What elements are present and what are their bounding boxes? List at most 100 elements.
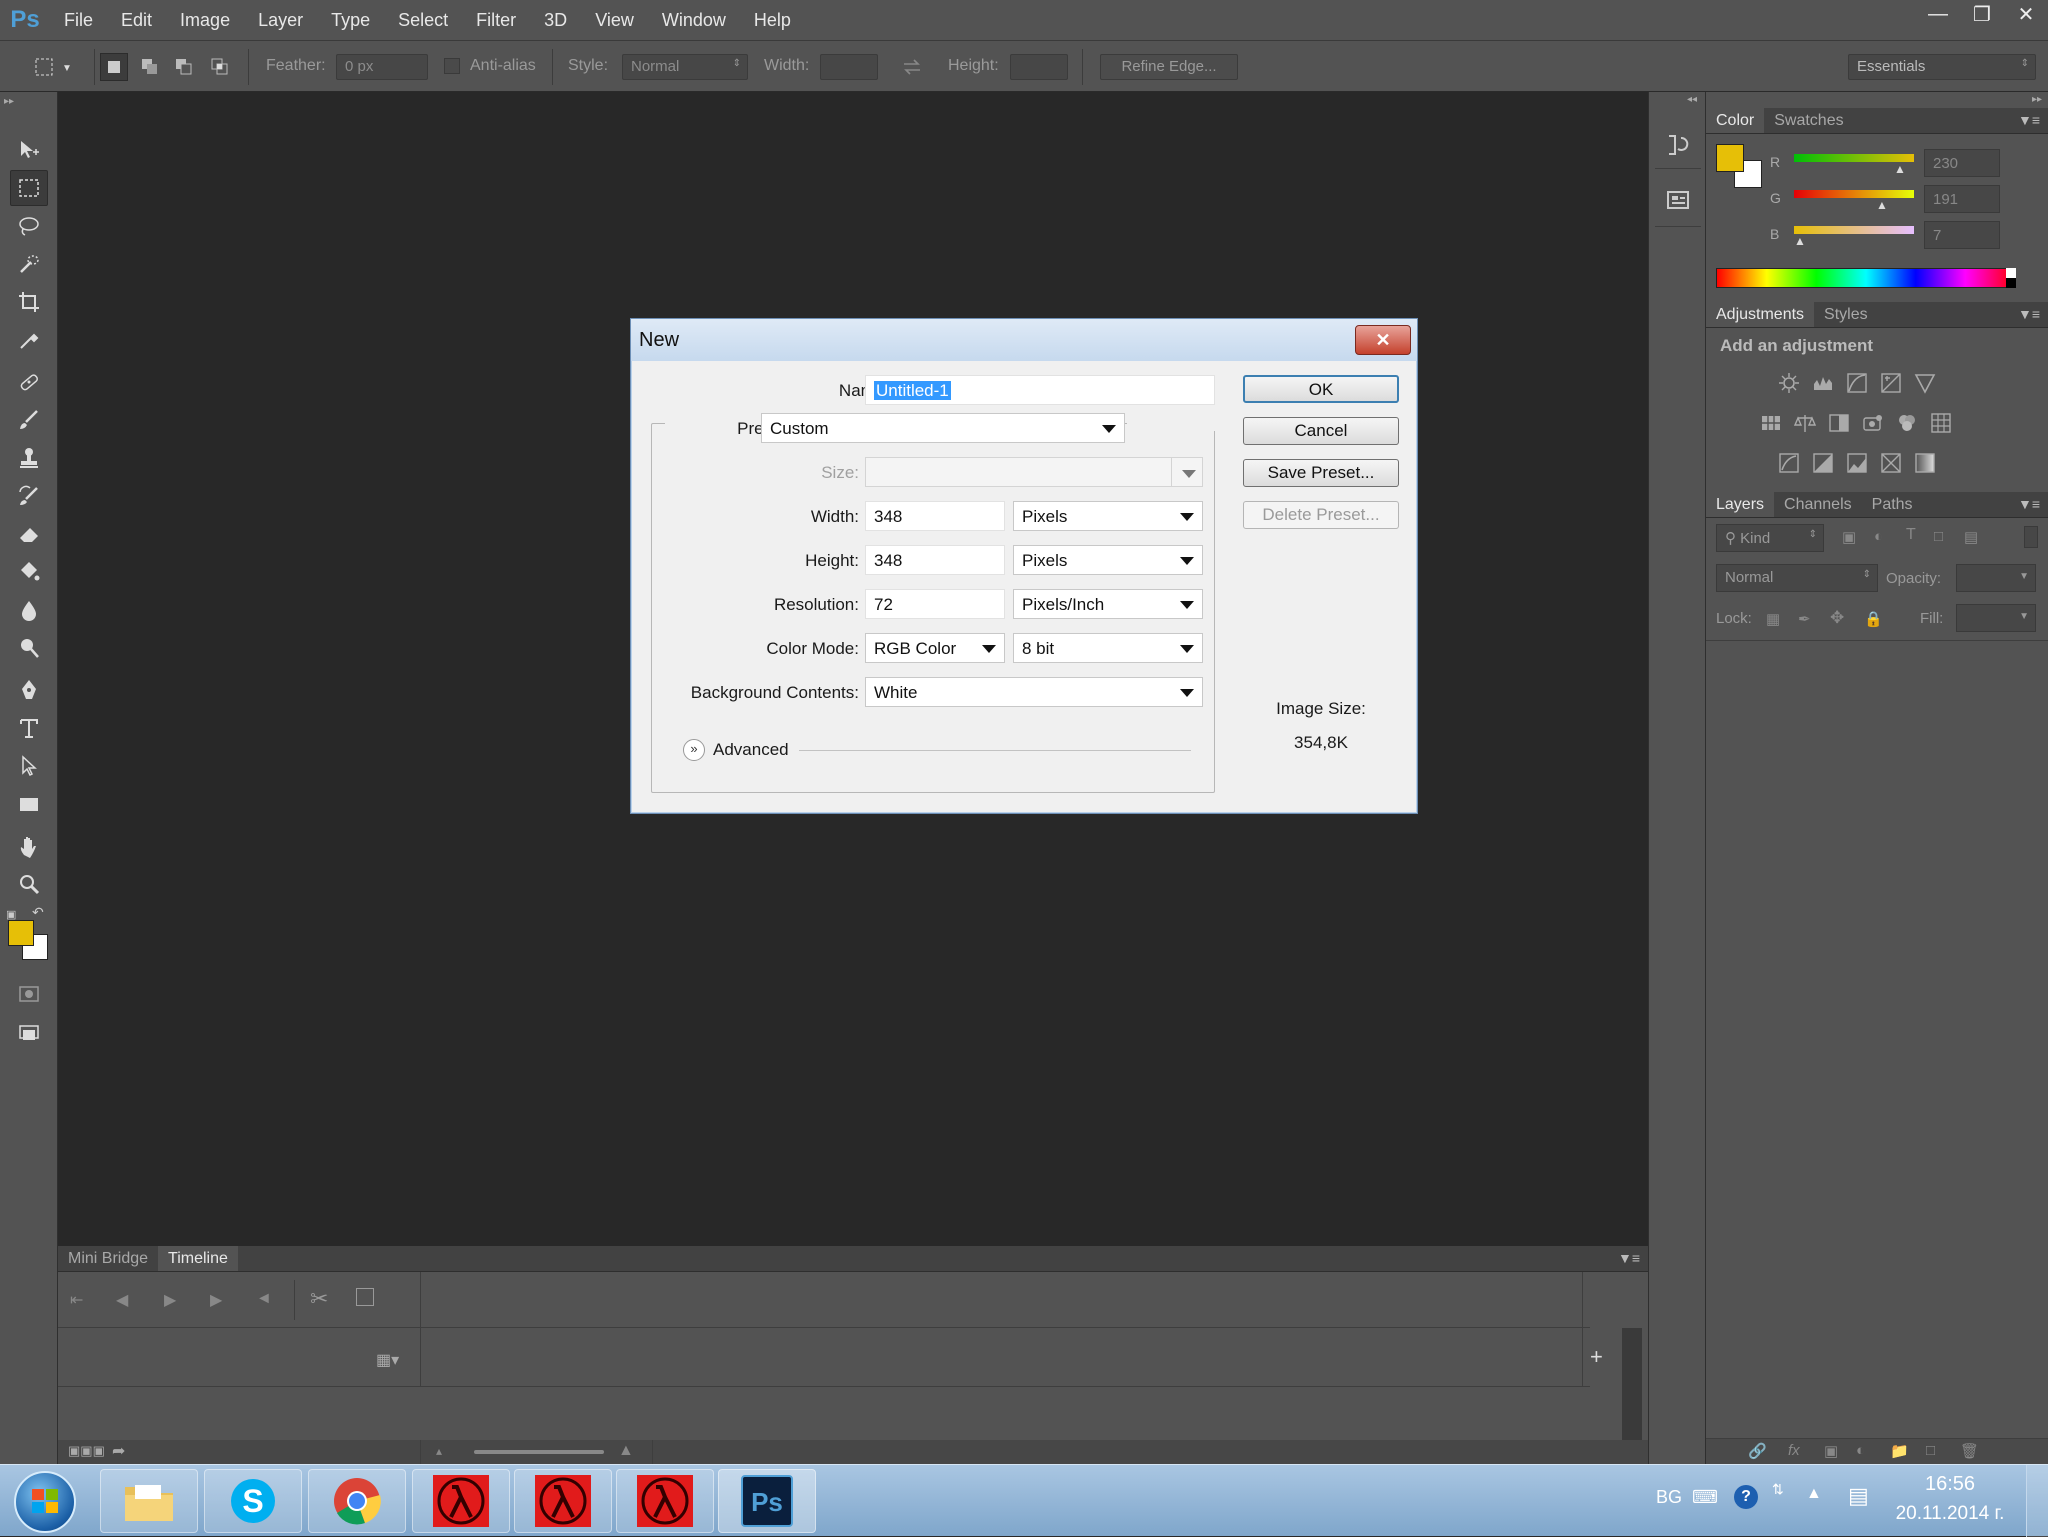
lock-position-icon[interactable]: ✥ <box>1830 608 1844 628</box>
feather-input[interactable]: 0 px <box>336 54 428 80</box>
foreground-color-swatch[interactable] <box>8 920 34 946</box>
hand-tool-icon[interactable] <box>10 828 48 864</box>
eraser-tool-icon[interactable] <box>10 516 48 552</box>
width-input[interactable]: 348 <box>865 501 1005 531</box>
close-icon[interactable]: ✕ <box>2004 0 2048 28</box>
photo-filter-icon[interactable] <box>1860 410 1886 436</box>
move-tool-icon[interactable] <box>10 132 48 168</box>
restore-icon[interactable]: ❐ <box>1960 0 2004 28</box>
path-selection-tool-icon[interactable] <box>10 748 48 784</box>
intersect-selection-icon[interactable] <box>206 53 234 81</box>
video-track-menu-icon[interactable]: ▦▾ <box>376 1350 399 1370</box>
menu-filter[interactable]: Filter <box>462 0 530 40</box>
width-unit-select[interactable]: Pixels <box>1013 501 1203 531</box>
gradient-map-icon[interactable] <box>1912 450 1938 476</box>
menu-edit[interactable]: Edit <box>107 0 166 40</box>
b-value-input[interactable]: 7 <box>1924 221 2000 249</box>
background-contents-select[interactable]: White <box>865 677 1203 707</box>
filter-smart-object-icon[interactable]: ▤ <box>1964 528 1978 546</box>
clock-time[interactable]: 16:56 <box>1880 1473 2020 1496</box>
workspace-select[interactable]: Essentials ⇕ <box>1848 54 2036 80</box>
screen-mode-icon[interactable] <box>10 1016 48 1052</box>
properties-panel-icon[interactable] <box>1665 188 1691 214</box>
zoom-slider[interactable] <box>474 1450 604 1454</box>
hue-saturation-icon[interactable] <box>1758 410 1784 436</box>
filter-adjustment-icon[interactable]: ◐ <box>1874 528 1883 545</box>
curves-icon[interactable] <box>1844 370 1870 396</box>
tab-paths[interactable]: Paths <box>1862 492 1923 517</box>
filter-pixel-icon[interactable]: ▣ <box>1842 528 1856 546</box>
swap-icon[interactable] <box>898 53 926 81</box>
opacity-input[interactable]: ▼ <box>1956 564 2036 592</box>
dodge-tool-icon[interactable] <box>10 630 48 666</box>
panel-menu-icon[interactable]: ▼≡ <box>1618 1250 1640 1266</box>
menu-3d[interactable]: 3D <box>530 0 581 40</box>
antialias-checkbox[interactable] <box>444 58 460 74</box>
black-white-icon[interactable] <box>1826 410 1852 436</box>
collapse-icon[interactable]: ▸▸ <box>4 96 14 107</box>
taskbar-explorer[interactable] <box>100 1469 198 1533</box>
resolution-input[interactable]: 72 <box>865 589 1005 619</box>
transition-icon[interactable] <box>356 1288 374 1306</box>
show-hidden-icons[interactable]: ▲ <box>1806 1485 1822 1503</box>
panel-menu-icon[interactable]: ▼≡ <box>2018 496 2040 512</box>
b-slider-thumb[interactable]: ▲ <box>1794 234 1806 248</box>
help-icon[interactable]: ? <box>1734 1485 1758 1509</box>
tab-layers[interactable]: Layers <box>1706 492 1775 517</box>
r-slider-thumb[interactable]: ▲ <box>1894 162 1906 176</box>
cancel-button[interactable]: Cancel <box>1243 417 1399 445</box>
menu-type[interactable]: Type <box>317 0 384 40</box>
b-slider[interactable] <box>1794 226 1914 234</box>
zoom-out-icon[interactable]: ▴ <box>436 1444 442 1458</box>
color-mode-select[interactable]: RGB Color <box>865 633 1005 663</box>
invert-icon[interactable] <box>1776 450 1802 476</box>
tab-styles[interactable]: Styles <box>1814 302 1878 327</box>
prev-frame-icon[interactable]: ◀ <box>116 1290 128 1310</box>
color-spectrum-bar[interactable] <box>1716 268 2016 288</box>
new-layer-icon[interactable]: □ <box>1926 1442 1935 1459</box>
taskbar-chrome[interactable] <box>308 1469 406 1533</box>
layer-filter-select[interactable]: ⚲ Kind ⇕ <box>1716 524 1824 552</box>
minimize-icon[interactable]: — <box>1916 0 1960 28</box>
paint-bucket-tool-icon[interactable] <box>10 554 48 590</box>
resolution-unit-select[interactable]: Pixels/Inch <box>1013 589 1203 619</box>
history-brush-tool-icon[interactable] <box>10 478 48 514</box>
next-frame-icon[interactable]: ▶ <box>210 1290 222 1310</box>
menu-file[interactable]: File <box>50 0 107 40</box>
r-value-input[interactable]: 230 <box>1924 149 2000 177</box>
audio-icon[interactable]: ◄ <box>256 1290 272 1308</box>
style-select[interactable]: Normal ⇕ <box>622 54 748 80</box>
play-icon[interactable]: ▶ <box>164 1290 176 1310</box>
new-adjustment-icon[interactable]: ◐ <box>1856 1442 1865 1459</box>
tab-timeline[interactable]: Timeline <box>158 1246 238 1271</box>
height-input[interactable] <box>1010 54 1068 80</box>
size-select[interactable] <box>865 457 1203 487</box>
show-desktop-button[interactable] <box>2026 1465 2048 1537</box>
lock-pixels-icon[interactable]: ✒ <box>1798 610 1811 628</box>
ok-button[interactable]: OK <box>1243 375 1399 403</box>
render-icon[interactable]: ➦ <box>112 1441 125 1461</box>
tab-swatches[interactable]: Swatches <box>1764 108 1853 133</box>
app-logo[interactable]: Ps <box>0 6 50 34</box>
tab-channels[interactable]: Channels <box>1774 492 1862 517</box>
history-panel-icon[interactable] <box>1665 132 1691 158</box>
menu-select[interactable]: Select <box>384 0 462 40</box>
black-swatch[interactable] <box>2006 278 2016 288</box>
lasso-tool-icon[interactable] <box>10 208 48 244</box>
language-switch-icon[interactable]: ⇅ <box>1772 1481 1784 1498</box>
menu-view[interactable]: View <box>581 0 648 40</box>
tab-adjustments[interactable]: Adjustments <box>1706 302 1815 327</box>
trash-icon[interactable]: 🗑 <box>1960 1442 1979 1460</box>
menu-image[interactable]: Image <box>166 0 244 40</box>
collapse-icon[interactable]: ◂◂ <box>1687 94 1697 105</box>
fx-icon[interactable]: fx <box>1788 1442 1800 1459</box>
blend-mode-select[interactable]: Normal ⇕ <box>1716 564 1878 592</box>
menu-help[interactable]: Help <box>740 0 805 40</box>
taskbar-skype[interactable]: S <box>204 1469 302 1533</box>
language-indicator[interactable]: BG <box>1656 1487 1682 1508</box>
chevron-down-icon[interactable]: ▼ <box>62 63 72 74</box>
crop-tool-icon[interactable] <box>10 284 48 320</box>
height-input[interactable]: 348 <box>865 545 1005 575</box>
color-balance-icon[interactable] <box>1792 410 1818 436</box>
start-button[interactable] <box>14 1471 76 1533</box>
